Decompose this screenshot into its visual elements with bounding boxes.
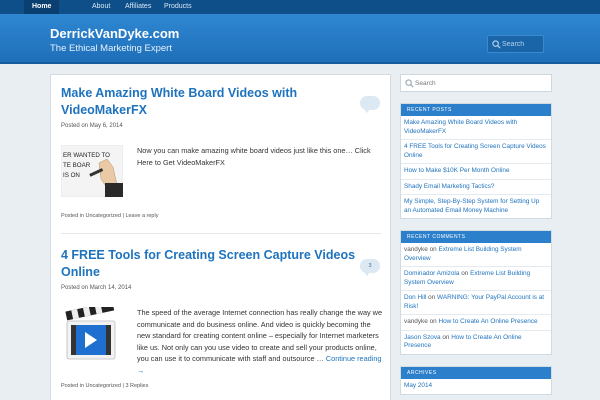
comment-on: on bbox=[426, 294, 438, 301]
site-description: The Ethical Marketing Expert bbox=[50, 43, 172, 54]
comments-link[interactable]: Leave a reply bbox=[125, 213, 158, 219]
post-excerpt: The speed of the average Internet connec… bbox=[137, 307, 382, 376]
post-date-link[interactable]: May 6, 2014 bbox=[90, 123, 123, 129]
widget-title: Recent Posts bbox=[401, 104, 551, 116]
post-meta-prefix: Posted in bbox=[61, 213, 86, 219]
recent-post-link[interactable]: My Simple, Step-By-Step System for Setti… bbox=[404, 198, 539, 214]
widget-title: Archives bbox=[401, 367, 551, 379]
nav-item-about[interactable]: About bbox=[92, 0, 110, 14]
post-meta: Posted in Uncategorized | 3 Replies bbox=[61, 383, 148, 389]
post-excerpt: Now you can make amazing white board vid… bbox=[137, 146, 371, 167]
whiteboard-video-thumbnail-icon: ER WANTED TO TE BOAR IS ON bbox=[60, 144, 124, 198]
archive-link[interactable]: May 2014 bbox=[404, 382, 432, 389]
post-date-prefix: Posted on bbox=[61, 123, 90, 129]
category-link[interactable]: Uncategorized bbox=[85, 383, 120, 389]
comment-author-link[interactable]: Jason Szova bbox=[404, 334, 441, 341]
post-article: Make Amazing White Board Videos with Vid… bbox=[61, 85, 381, 129]
list-item: Don Hill on WARNING: Your PayPal Account… bbox=[401, 291, 551, 315]
nav-item-home[interactable]: Home bbox=[24, 0, 60, 14]
post-thumbnail[interactable] bbox=[61, 301, 123, 363]
sidebar-search-input[interactable] bbox=[415, 78, 545, 89]
search-icon bbox=[492, 40, 501, 49]
list-item: Shady Email Marketing Tactics? bbox=[401, 180, 551, 195]
comment-count-bubble[interactable]: 3 bbox=[360, 259, 380, 276]
svg-text:IS ON: IS ON bbox=[63, 172, 80, 179]
post-meta: Posted in Uncategorized | Leave a reply bbox=[61, 213, 158, 219]
comment-author-link[interactable]: Don Hill bbox=[404, 294, 426, 301]
list-item: May 2014 bbox=[401, 379, 551, 394]
post-title[interactable]: 4 FREE Tools for Creating Screen Capture… bbox=[61, 247, 381, 281]
list-item: My Simple, Step-By-Step System for Setti… bbox=[401, 195, 551, 218]
site-title[interactable]: DerrickVanDyke.com bbox=[50, 26, 179, 41]
recent-post-link[interactable]: 4 FREE Tools for Creating Screen Capture… bbox=[404, 143, 546, 159]
header-search bbox=[487, 35, 544, 53]
recent-posts-widget: Recent Posts Make Amazing White Board Vi… bbox=[400, 103, 552, 219]
sidebar-search bbox=[400, 74, 552, 92]
list-item: Jason Szova on How to Create An Online P… bbox=[401, 331, 551, 354]
recent-post-link[interactable]: Shady Email Marketing Tactics? bbox=[404, 183, 494, 190]
list-item: Dominador Amizola on Extreme List Buildi… bbox=[401, 267, 551, 291]
main-content: Make Amazing White Board Videos with Vid… bbox=[50, 74, 391, 400]
nav-item-affiliates[interactable]: Affiliates bbox=[125, 0, 151, 14]
comment-author: vandyke bbox=[404, 246, 428, 253]
list-item: vandyke on How to Create An Online Prese… bbox=[401, 315, 551, 331]
list-item: How to Make $10K Per Month Online bbox=[401, 164, 551, 180]
comment-count-bubble[interactable] bbox=[360, 96, 380, 113]
site-header: DerrickVanDyke.com The Ethical Marketing… bbox=[0, 14, 600, 64]
archives-widget: Archives May 2014 bbox=[400, 366, 552, 395]
comment-post-link[interactable]: How to Create An Online Presence bbox=[438, 318, 537, 325]
comment-author: vandyke bbox=[404, 318, 428, 325]
post-date-link[interactable]: March 14, 2014 bbox=[90, 285, 132, 291]
comment-on: on bbox=[440, 333, 452, 341]
post-date: Posted on March 14, 2014 bbox=[61, 285, 381, 291]
search-icon bbox=[405, 79, 414, 88]
svg-text:TE BOAR: TE BOAR bbox=[63, 162, 91, 169]
comments-link[interactable]: 3 Replies bbox=[125, 383, 148, 389]
post-divider bbox=[61, 233, 381, 234]
svg-text:ER WANTED TO: ER WANTED TO bbox=[63, 152, 110, 159]
list-item: Make Amazing White Board Videos with Vid… bbox=[401, 116, 551, 140]
post-thumbnail[interactable]: ER WANTED TO TE BOAR IS ON bbox=[60, 144, 124, 198]
recent-post-link[interactable]: Make Amazing White Board Videos with Vid… bbox=[404, 119, 517, 135]
clapperboard-video-icon bbox=[65, 301, 116, 360]
recent-comments-widget: Recent Comments vandyke on Extreme List … bbox=[400, 230, 552, 355]
comment-on: on bbox=[427, 246, 439, 253]
recent-post-link[interactable]: How to Make $10K Per Month Online bbox=[404, 167, 510, 174]
comment-on: on bbox=[459, 270, 471, 277]
list-item: 4 FREE Tools for Creating Screen Capture… bbox=[401, 140, 551, 164]
post-date: Posted on May 6, 2014 bbox=[61, 123, 381, 129]
post-article: 4 FREE Tools for Creating Screen Capture… bbox=[61, 247, 381, 291]
post-date-prefix: Posted on bbox=[61, 285, 90, 291]
widget-title: Recent Comments bbox=[401, 231, 551, 243]
comment-author-link[interactable]: Dominador Amizola bbox=[404, 270, 459, 277]
list-item: vandyke on Extreme List Building System … bbox=[401, 243, 551, 267]
post-meta-prefix: Posted in bbox=[61, 383, 86, 389]
comment-on: on bbox=[427, 318, 439, 325]
top-navigation: Home About Affiliates Products bbox=[0, 0, 600, 14]
nav-item-products[interactable]: Products bbox=[164, 0, 192, 14]
post-title[interactable]: Make Amazing White Board Videos with Vid… bbox=[61, 85, 381, 119]
category-link[interactable]: Uncategorized bbox=[85, 213, 120, 219]
header-search-input[interactable] bbox=[502, 38, 542, 50]
